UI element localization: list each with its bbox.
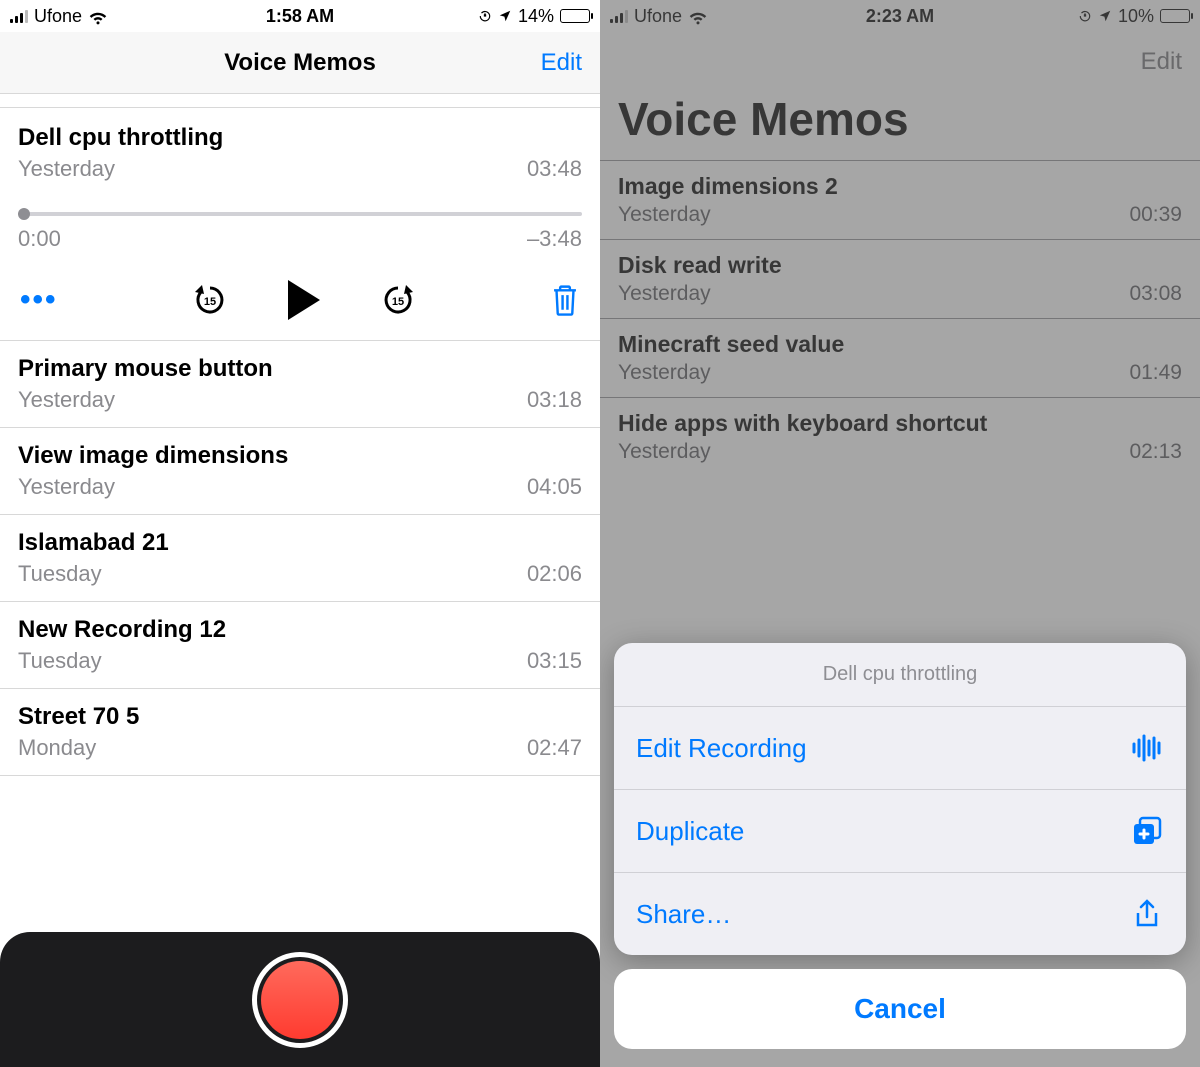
cancel-button[interactable]: Cancel xyxy=(614,969,1186,1049)
page-title: Voice Memos xyxy=(224,49,376,77)
memo-date: Tuesday xyxy=(18,561,102,587)
memo-title: Primary mouse button xyxy=(18,355,582,383)
sheet-item-label: Share… xyxy=(636,899,731,930)
status-time: 1:58 AM xyxy=(0,6,600,27)
memo-date: Yesterday xyxy=(18,474,115,500)
list-item[interactable]: Street 70 5 Monday 02:47 xyxy=(0,689,600,776)
memo-list: Dell cpu throttling Yesterday 03:48 0:00… xyxy=(0,94,600,776)
memo-duration: 02:47 xyxy=(527,735,582,761)
battery-icon xyxy=(560,9,590,23)
memo-date: Tuesday xyxy=(18,648,102,674)
delete-button[interactable] xyxy=(550,283,580,317)
memo-duration: 03:15 xyxy=(527,648,582,674)
memo-title[interactable]: Dell cpu throttling xyxy=(18,124,582,152)
memo-duration: 03:18 xyxy=(527,387,582,413)
share-icon xyxy=(1130,897,1164,931)
memo-date: Yesterday xyxy=(18,156,115,182)
phone-right: Ufone 2:23 AM 10% Edit Voice Memos Image… xyxy=(600,0,1200,1067)
list-item[interactable]: Islamabad 21 Tuesday 02:06 xyxy=(0,515,600,602)
memo-title: Islamabad 21 xyxy=(18,529,582,557)
phone-left: Ufone 1:58 AM 14% Voice Memos Edit Dell … xyxy=(0,0,600,1067)
edit-recording-button[interactable]: Edit Recording xyxy=(614,707,1186,790)
list-item[interactable]: View image dimensions Yesterday 04:05 xyxy=(0,428,600,515)
svg-text:15: 15 xyxy=(392,296,404,308)
svg-text:15: 15 xyxy=(204,296,216,308)
memo-duration: 04:05 xyxy=(527,474,582,500)
waveform-icon xyxy=(1130,731,1164,765)
skip-back-15-icon[interactable]: 15 xyxy=(192,282,228,318)
list-item[interactable] xyxy=(0,94,600,108)
expanded-memo: Dell cpu throttling Yesterday 03:48 0:00… xyxy=(0,108,600,341)
memo-date: Yesterday xyxy=(18,387,115,413)
remaining-time: –3:48 xyxy=(527,226,582,252)
share-button[interactable]: Share… xyxy=(614,873,1186,955)
list-item[interactable]: New Recording 12 Tuesday 03:15 xyxy=(0,602,600,689)
duplicate-icon xyxy=(1130,814,1164,848)
memo-title: Street 70 5 xyxy=(18,703,582,731)
sheet-item-label: Duplicate xyxy=(636,816,744,847)
memo-title: View image dimensions xyxy=(18,442,582,470)
scrubber[interactable] xyxy=(18,212,582,216)
memo-title: New Recording 12 xyxy=(18,616,582,644)
skip-forward-15-icon[interactable]: 15 xyxy=(380,282,416,318)
edit-button[interactable]: Edit xyxy=(541,49,582,77)
memo-date: Monday xyxy=(18,735,96,761)
list-item[interactable]: Primary mouse button Yesterday 03:18 xyxy=(0,341,600,428)
sheet-item-label: Edit Recording xyxy=(636,733,807,764)
record-bar xyxy=(0,932,600,1067)
memo-duration: 03:48 xyxy=(527,156,582,182)
memo-duration: 02:06 xyxy=(527,561,582,587)
cancel-label: Cancel xyxy=(854,993,946,1024)
status-bar: Ufone 1:58 AM 14% xyxy=(0,0,600,32)
record-button[interactable] xyxy=(252,952,348,1048)
more-options-button[interactable]: ••• xyxy=(20,283,58,317)
action-sheet: Dell cpu throttling Edit Recording Dupli… xyxy=(614,643,1186,1049)
elapsed-time: 0:00 xyxy=(18,226,61,252)
nav-bar: Voice Memos Edit xyxy=(0,32,600,94)
play-button[interactable] xyxy=(288,280,320,320)
scrubber-handle[interactable] xyxy=(18,208,30,220)
sheet-title: Dell cpu throttling xyxy=(614,643,1186,707)
duplicate-button[interactable]: Duplicate xyxy=(614,790,1186,873)
